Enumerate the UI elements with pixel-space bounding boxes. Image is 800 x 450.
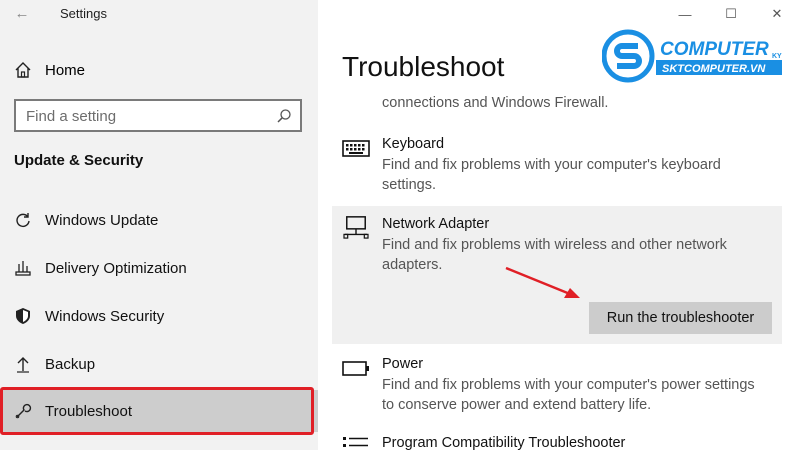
home-icon — [15, 62, 31, 78]
sidebar-item-label: Windows Update — [45, 211, 159, 229]
page-title: Troubleshoot — [342, 51, 505, 82]
troubleshooter-name: Network Adapter — [382, 216, 490, 232]
search-input[interactable]: Find a setting — [26, 108, 116, 125]
red-arrow-annotation — [505, 266, 580, 298]
home-label: Home — [45, 61, 86, 79]
sidebar-item-windows-update[interactable]: Windows Update — [0, 200, 318, 240]
search-icon[interactable] — [276, 108, 292, 124]
upload-icon — [17, 357, 29, 373]
title-bar: ← Settings — [0, 0, 318, 28]
desc-line: to conserve power and extend battery lif… — [382, 397, 652, 413]
troubleshooter-keyboard[interactable]: Keyboard Find and fix problems with your… — [332, 128, 782, 200]
troubleshooter-description: Find and fix problems with your computer… — [382, 375, 772, 415]
keyboard-icon — [342, 140, 370, 157]
sidebar-item-backup[interactable]: Backup — [0, 344, 318, 384]
desc-line: Find and fix problems with your computer… — [382, 377, 755, 393]
sidebar-item-label: Troubleshoot — [45, 402, 132, 420]
back-arrow-icon[interactable]: ← — [10, 4, 34, 24]
sidebar-item-home[interactable]: Home — [14, 58, 304, 82]
network-adapter-icon — [343, 216, 369, 239]
app-title: Settings — [60, 6, 107, 21]
delivery-icon — [15, 261, 31, 276]
sidebar-item-label: Backup — [45, 355, 96, 373]
logo-brand: COMPUTER — [660, 39, 769, 60]
desc-line: Find and fix problems with your computer… — [382, 157, 721, 173]
desc-line: Find and fix problems with wireless and … — [382, 237, 727, 253]
refresh-icon — [16, 213, 30, 227]
troubleshooter-program-compatibility[interactable]: Program Compatibility Troubleshooter — [332, 428, 782, 450]
run-troubleshooter-button[interactable]: Run the troubleshooter — [589, 302, 772, 334]
wrench-icon — [15, 403, 32, 419]
desc-line: settings. — [382, 177, 436, 193]
sidebar-item-windows-security[interactable]: Windows Security — [0, 296, 318, 336]
list-icon — [343, 437, 368, 447]
logo-small: KY — [772, 53, 782, 60]
logo-site: SKTCOMPUTER.VN — [662, 63, 766, 75]
troubleshooter-name: Keyboard — [382, 136, 445, 152]
minimize-button[interactable]: — — [662, 0, 708, 28]
search-box[interactable]: Find a setting — [14, 99, 302, 132]
partial-description: connections and Windows Firewall. — [382, 95, 609, 111]
close-button[interactable]: ✕ — [754, 0, 800, 28]
watermark-logo: COMPUTER KY SKTCOMPUTER.VN — [602, 29, 782, 83]
maximize-button[interactable]: ☐ — [708, 0, 754, 28]
sidebar: ← Settings Home Find a setting Update & … — [0, 0, 318, 450]
troubleshooter-name: Program Compatibility Troubleshooter — [382, 435, 626, 450]
troubleshooter-description: Find and fix problems with your computer… — [382, 155, 772, 195]
troubleshooter-name: Power — [382, 356, 424, 372]
sidebar-item-label: Delivery Optimization — [45, 259, 187, 277]
sidebar-item-delivery-optimization[interactable]: Delivery Optimization — [0, 248, 318, 288]
sidebar-item-label: Windows Security — [45, 307, 165, 325]
shield-icon — [16, 308, 30, 324]
section-title: Update & Security — [14, 152, 144, 169]
sidebar-item-troubleshoot[interactable]: Troubleshoot — [0, 390, 318, 432]
window-controls: — ☐ ✕ — [662, 0, 800, 28]
main-panel: — ☐ ✕ Troubleshoot COMPUTER KY SKTCOMPUT… — [318, 0, 800, 450]
troubleshooter-power[interactable]: Power Find and fix problems with your co… — [332, 348, 782, 418]
battery-icon — [342, 361, 369, 376]
